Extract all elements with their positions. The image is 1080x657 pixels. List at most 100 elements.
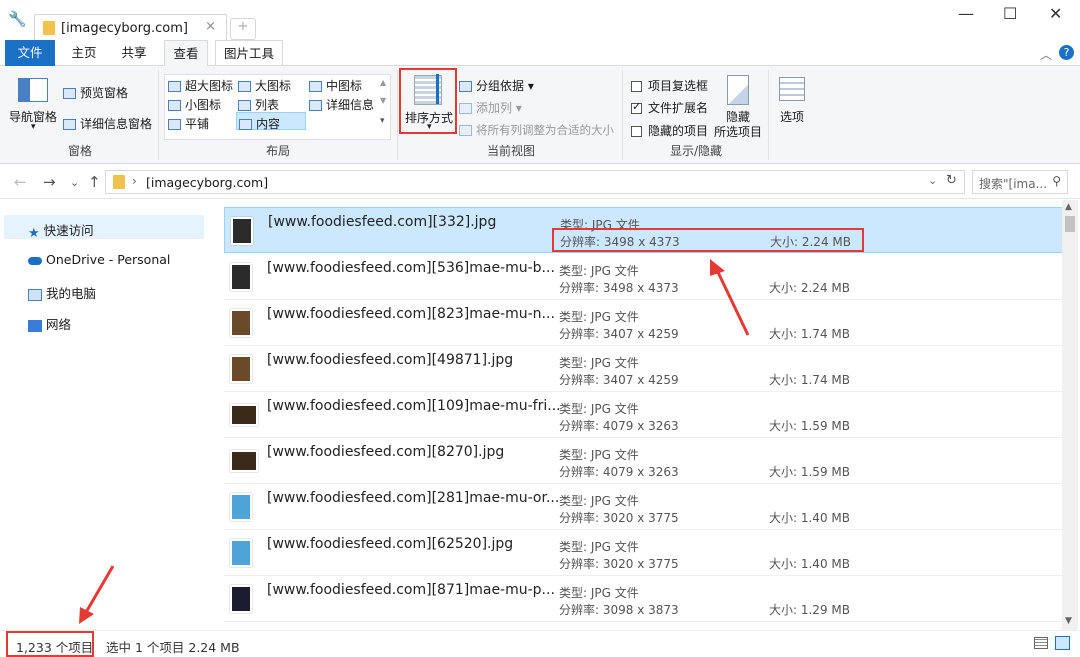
layout-large[interactable]: 大图标 <box>238 77 291 94</box>
small-icons-icon <box>168 100 181 111</box>
scrollbar-thumb[interactable] <box>1065 216 1075 232</box>
scroll-up-arrow-icon[interactable]: ▲ <box>1065 202 1072 212</box>
file-name: [www.foodiesfeed.com][823]mae-mu-n... <box>267 306 555 322</box>
forward-arrow-icon[interactable]: → <box>43 173 56 191</box>
add-column-button[interactable]: 添加列 ▾ <box>459 99 522 116</box>
image-thumbnail <box>230 355 252 383</box>
window-tab[interactable]: [imagecyborg.com] × <box>34 14 227 41</box>
file-resolution: 分辨率: 3407 x 4259 <box>559 373 679 387</box>
tiles-icon <box>168 119 181 130</box>
tab-view[interactable]: 查看 <box>164 40 208 67</box>
tab-close-icon[interactable]: × <box>205 19 216 34</box>
options-button[interactable]: 选项 <box>780 108 804 125</box>
add-column-icon <box>459 103 472 114</box>
scroll-down-arrow-icon[interactable]: ▼ <box>1065 616 1072 626</box>
refresh-icon[interactable]: ↻ <box>946 173 957 188</box>
tab-title: [imagecyborg.com] <box>61 21 188 36</box>
hide-selected-label-2[interactable]: 所选项目 <box>714 123 762 140</box>
collapse-ribbon-icon[interactable]: ︿ <box>1040 46 1052 63</box>
file-resolution: 分辨率: 4079 x 3263 <box>559 465 679 479</box>
list-item[interactable]: [www.foodiesfeed.com][109]mae-mu-fri... … <box>224 392 1064 438</box>
list-item[interactable]: [www.foodiesfeed.com][332].jpg 类型: JPG 文… <box>224 207 1064 253</box>
folder-icon <box>113 175 125 189</box>
file-name: [www.foodiesfeed.com][49871].jpg <box>267 352 514 368</box>
list-item[interactable]: [www.foodiesfeed.com][281]mae-mu-or... 类… <box>224 484 1064 530</box>
file-type: 类型: JPG 文件 <box>559 402 639 416</box>
tab-share[interactable]: 共享 <box>112 40 156 66</box>
group-by-button[interactable]: 分组依据 ▾ <box>459 77 534 94</box>
file-resolution: 分辨率: 3098 x 3873 <box>559 603 679 617</box>
up-arrow-icon[interactable]: ↑ <box>88 173 101 191</box>
divider <box>158 70 159 160</box>
large-icons-view-icon[interactable] <box>1055 636 1070 650</box>
item-checkboxes-toggle[interactable]: 项目复选框 <box>631 77 708 94</box>
tab-home[interactable]: 主页 <box>62 40 106 66</box>
hide-selected-icon <box>727 75 749 105</box>
expand-gallery-icon[interactable]: ▾ <box>380 116 385 126</box>
breadcrumb-chevron-icon: › <box>132 174 137 188</box>
file-name: [www.foodiesfeed.com][536]mae-mu-b... <box>267 260 555 276</box>
checkbox-checked-icon <box>631 100 642 114</box>
layout-list-label: 列表 <box>255 98 280 112</box>
highlight-box-sort <box>399 68 457 134</box>
vertical-scrollbar[interactable]: ▲ ▼ <box>1062 200 1078 630</box>
item-checkboxes-label: 项目复选框 <box>648 79 709 93</box>
preview-pane-button[interactable]: 预览窗格 <box>63 84 128 101</box>
address-path: [imagecyborg.com] <box>146 175 269 190</box>
list-item[interactable]: [www.foodiesfeed.com][49871].jpg 类型: JPG… <box>224 346 1064 392</box>
new-tab-button[interactable]: + <box>230 18 256 40</box>
layout-details[interactable]: 详细信息 <box>309 96 374 113</box>
scroll-down-icon[interactable]: ▼ <box>380 96 386 105</box>
list-item[interactable]: [www.foodiesfeed.com][8270].jpg 类型: JPG … <box>224 438 1064 484</box>
layout-extra-large[interactable]: 超大图标 <box>168 77 233 94</box>
list-item[interactable]: [www.foodiesfeed.com][823]mae-mu-n... 类型… <box>224 300 1064 346</box>
tab-picture-tools[interactable]: 图片工具 <box>215 40 283 66</box>
minimize-button[interactable]: — <box>958 4 974 23</box>
file-size: 大小: 1.74 MB <box>769 373 850 387</box>
close-button[interactable]: ✕ <box>1049 4 1062 23</box>
computer-icon <box>28 288 42 301</box>
layout-content[interactable]: 内容 <box>236 112 306 131</box>
layout-small[interactable]: 小图标 <box>168 96 221 113</box>
layout-tiles[interactable]: 平铺 <box>168 115 209 132</box>
details-view-icon[interactable] <box>1034 637 1048 649</box>
address-field[interactable]: › [imagecyborg.com] ⌄ ↻ <box>105 170 965 194</box>
file-resolution: 分辨率: 3498 x 4373 <box>559 281 679 295</box>
list-item[interactable]: [www.foodiesfeed.com][62520].jpg 类型: JPG… <box>224 530 1064 576</box>
tab-file[interactable]: 文件 <box>5 40 55 66</box>
details-pane-button[interactable]: 详细信息窗格 <box>63 115 152 132</box>
file-type: 类型: JPG 文件 <box>559 356 639 370</box>
image-thumbnail <box>230 309 252 337</box>
file-extensions-label: 文件扩展名 <box>648 101 709 115</box>
scroll-up-icon[interactable]: ▲ <box>380 78 386 87</box>
file-name: [www.foodiesfeed.com][109]mae-mu-fri... <box>267 398 561 414</box>
layout-list[interactable]: 列表 <box>238 96 279 113</box>
wrench-icon[interactable]: 🔧 <box>8 10 27 28</box>
group-by-icon <box>459 81 472 92</box>
list-item[interactable]: [www.foodiesfeed.com][871]mae-mu-p... 类型… <box>224 576 1064 622</box>
hidden-items-toggle[interactable]: 隐藏的项目 <box>631 122 708 139</box>
sidebar-item-network[interactable]: 网络 <box>28 314 71 333</box>
layout-large-label: 大图标 <box>255 79 292 93</box>
maximize-button[interactable]: ☐ <box>1003 4 1017 23</box>
file-size: 大小: 1.59 MB <box>769 465 850 479</box>
recent-locations-icon[interactable]: ⌄ <box>70 176 79 189</box>
address-dropdown-icon[interactable]: ⌄ <box>928 174 937 187</box>
search-input[interactable]: 搜索"[ima... ⚲ <box>972 170 1068 194</box>
file-extensions-toggle[interactable]: 文件扩展名 <box>631 99 708 116</box>
sidebar-item-label: 我的电脑 <box>46 286 97 301</box>
options-icon <box>779 77 805 101</box>
sidebar-item-quick-access[interactable]: ★ 快速访问 <box>28 220 94 241</box>
fit-columns-button[interactable]: 将所有列调整为合适的大小 <box>459 122 614 138</box>
back-arrow-icon[interactable]: ← <box>14 173 27 191</box>
sidebar-item-this-pc[interactable]: 我的电脑 <box>28 283 96 302</box>
file-resolution: 分辨率: 3020 x 3775 <box>559 511 679 525</box>
large-icons-icon <box>238 81 251 92</box>
help-icon[interactable]: ? <box>1059 45 1074 60</box>
sidebar-item-onedrive[interactable]: OneDrive - Personal <box>28 252 170 267</box>
content-icon <box>239 119 252 130</box>
file-type: 类型: JPG 文件 <box>559 540 639 554</box>
layout-medium[interactable]: 中图标 <box>309 77 362 94</box>
file-resolution: 分辨率: 3020 x 3775 <box>559 557 679 571</box>
list-item[interactable]: [www.foodiesfeed.com][536]mae-mu-b... 类型… <box>224 254 1064 300</box>
